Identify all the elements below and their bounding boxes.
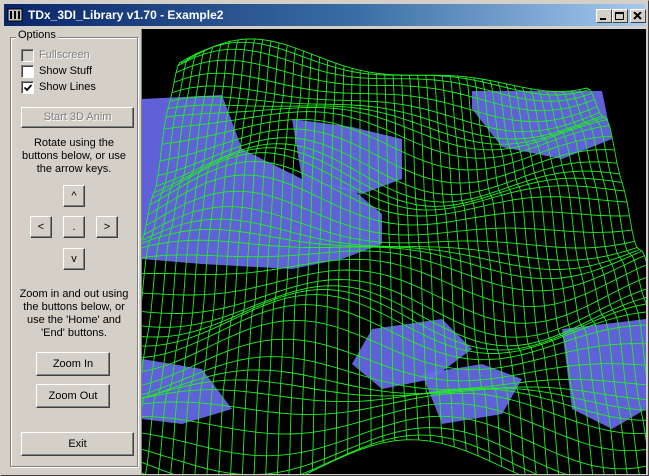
client-area: Options Fullscreen Show Stuff Show Lines…: [4, 29, 646, 474]
window-title: TDx_3DI_Library v1.70 - Example2: [28, 8, 224, 22]
rotate-help-text: Rotate using the buttons below, or use t…: [22, 137, 126, 175]
rotate-center-button[interactable]: .: [63, 216, 85, 238]
options-panel: Options Fullscreen Show Stuff Show Lines…: [4, 29, 142, 474]
zoom-help-text: Zoom in and out using the buttons below,…: [19, 288, 129, 339]
app-icon: [7, 7, 23, 23]
title-bar[interactable]: TDx_3DI_Library v1.70 - Example2: [4, 4, 646, 26]
options-label: Options: [16, 29, 58, 41]
checkmark-icon: [24, 84, 32, 92]
maximize-button[interactable]: [612, 9, 628, 23]
show-lines-label: Show Lines: [39, 81, 96, 93]
rotate-down-button[interactable]: v: [63, 248, 85, 270]
3d-viewport[interactable]: [97, 29, 646, 474]
app-window: TDx_3DI_Library v1.70 - Example2 Options…: [0, 0, 649, 476]
exit-button[interactable]: Exit: [21, 432, 134, 456]
maximize-icon: [615, 12, 624, 20]
zoom-out-button[interactable]: Zoom Out: [36, 384, 110, 408]
close-button[interactable]: [630, 9, 646, 23]
rotate-right-button[interactable]: >: [96, 216, 118, 238]
rotate-up-button[interactable]: ^: [63, 185, 85, 207]
zoom-in-button[interactable]: Zoom In: [36, 352, 110, 376]
fullscreen-label: Fullscreen: [39, 49, 90, 61]
show-stuff-label: Show Stuff: [39, 65, 92, 77]
minimize-icon: [600, 18, 606, 20]
minimize-button[interactable]: [596, 9, 612, 23]
start-3d-anim-button[interactable]: Start 3D Anim: [21, 107, 134, 128]
close-icon: [633, 12, 642, 20]
rotate-left-button[interactable]: <: [30, 216, 52, 238]
